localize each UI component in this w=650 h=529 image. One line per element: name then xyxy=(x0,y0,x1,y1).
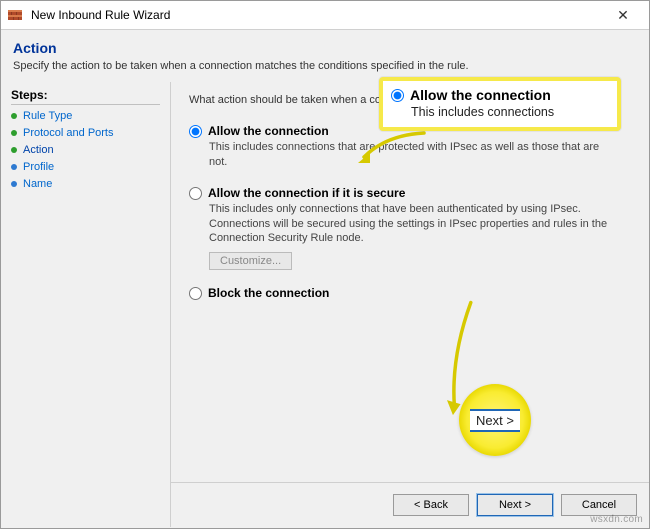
back-button[interactable]: < Back xyxy=(393,494,469,516)
wizard-header: Action Specify the action to be taken wh… xyxy=(1,30,649,82)
step-dot-icon xyxy=(11,113,17,119)
option-allow-secure-row[interactable]: Allow the connection if it is secure xyxy=(189,186,631,200)
customize-button: Customize... xyxy=(209,252,292,270)
step-label: Name xyxy=(23,178,52,190)
option-allow-secure-label: Allow the connection if it is secure xyxy=(208,186,405,200)
page-heading: Action xyxy=(13,40,637,56)
callout-desc: This includes connections xyxy=(411,105,609,119)
wizard-body: Steps: Rule Type Protocol and Ports Acti… xyxy=(1,82,649,527)
option-allow-desc: This includes connections that are prote… xyxy=(209,140,609,170)
option-block: Block the connection xyxy=(189,286,631,300)
step-profile[interactable]: Profile xyxy=(11,161,160,173)
option-allow-secure-desc: This includes only connections that have… xyxy=(209,202,609,247)
annotation-next-highlight: Next > xyxy=(459,384,531,456)
step-label: Profile xyxy=(23,161,54,173)
radio-block[interactable] xyxy=(189,287,202,300)
wizard-window: New Inbound Rule Wizard ✕ Action Specify… xyxy=(0,0,650,529)
step-dot-icon xyxy=(11,130,17,136)
step-dot-icon xyxy=(11,181,17,187)
wizard-main: What action should be taken when a conne… xyxy=(171,82,649,527)
option-block-row[interactable]: Block the connection xyxy=(189,286,631,300)
callout-radio-icon xyxy=(391,89,404,102)
titlebar: New Inbound Rule Wizard ✕ xyxy=(1,1,649,30)
annotation-next-label: Next > xyxy=(470,409,520,432)
cancel-button[interactable]: Cancel xyxy=(561,494,637,516)
window-title: New Inbound Rule Wizard xyxy=(31,8,603,22)
close-button[interactable]: ✕ xyxy=(603,1,643,29)
steps-title: Steps: xyxy=(11,88,160,105)
step-protocol-ports[interactable]: Protocol and Ports xyxy=(11,127,160,139)
option-allow-secure: Allow the connection if it is secure Thi… xyxy=(189,186,631,271)
steps-sidebar: Steps: Rule Type Protocol and Ports Acti… xyxy=(1,82,171,527)
option-block-label: Block the connection xyxy=(208,286,329,300)
next-button[interactable]: Next > xyxy=(477,494,553,516)
option-allow-label: Allow the connection xyxy=(208,124,329,138)
page-subtitle: Specify the action to be taken when a co… xyxy=(13,60,637,72)
callout-label: Allow the connection xyxy=(410,87,551,103)
watermark: wsxdn.com xyxy=(590,514,643,525)
firewall-icon xyxy=(7,7,23,23)
annotation-callout: Allow the connection This includes conne… xyxy=(379,77,621,131)
step-dot-icon xyxy=(11,147,17,153)
radio-allow[interactable] xyxy=(189,125,202,138)
step-label: Protocol and Ports xyxy=(23,127,114,139)
step-rule-type[interactable]: Rule Type xyxy=(11,110,160,122)
step-dot-icon xyxy=(11,164,17,170)
radio-allow-secure[interactable] xyxy=(189,187,202,200)
step-label: Rule Type xyxy=(23,110,72,122)
step-name[interactable]: Name xyxy=(11,178,160,190)
wizard-footer: < Back Next > Cancel xyxy=(171,482,649,527)
callout-row: Allow the connection xyxy=(391,87,609,103)
step-label: Action xyxy=(23,144,54,156)
step-action[interactable]: Action xyxy=(11,144,160,156)
